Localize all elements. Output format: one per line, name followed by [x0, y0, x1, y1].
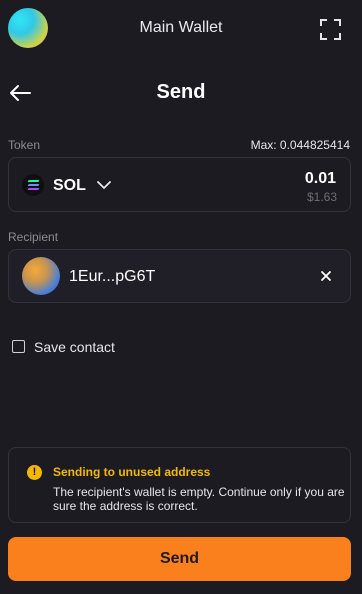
page-title: Send — [156, 81, 206, 103]
recipient-label: Recipient — [8, 230, 59, 244]
max-amount-button[interactable]: Max: 0.044825414 — [251, 138, 350, 152]
wallet-title[interactable]: Main Wallet — [0, 19, 362, 37]
warning-text: The recipient's wallet is empty. Continu… — [53, 485, 345, 513]
recipient-avatar — [22, 257, 60, 295]
close-icon[interactable] — [319, 269, 333, 283]
recipient-field[interactable]: 1Eur...pG6T — [8, 249, 351, 303]
warning-icon: ! — [27, 465, 42, 480]
warning-banner: ! Sending to unused address The recipien… — [8, 447, 351, 523]
send-button[interactable]: Send — [8, 537, 351, 581]
chevron-down-icon[interactable] — [97, 180, 111, 190]
save-contact-label[interactable]: Save contact — [34, 339, 115, 355]
token-select[interactable]: SOL — [53, 177, 86, 195]
amount-input[interactable] — [216, 170, 336, 188]
save-contact-checkbox[interactable] — [12, 340, 25, 353]
sol-token-icon — [22, 174, 44, 196]
warning-title: Sending to unused address — [53, 465, 211, 479]
recipient-address: 1Eur...pG6T — [69, 268, 156, 285]
token-label: Token — [8, 138, 41, 152]
amount-usd-value: $1.63 — [306, 190, 337, 204]
token-field: SOL $1.63 — [8, 157, 351, 212]
expand-icon[interactable] — [320, 19, 341, 40]
